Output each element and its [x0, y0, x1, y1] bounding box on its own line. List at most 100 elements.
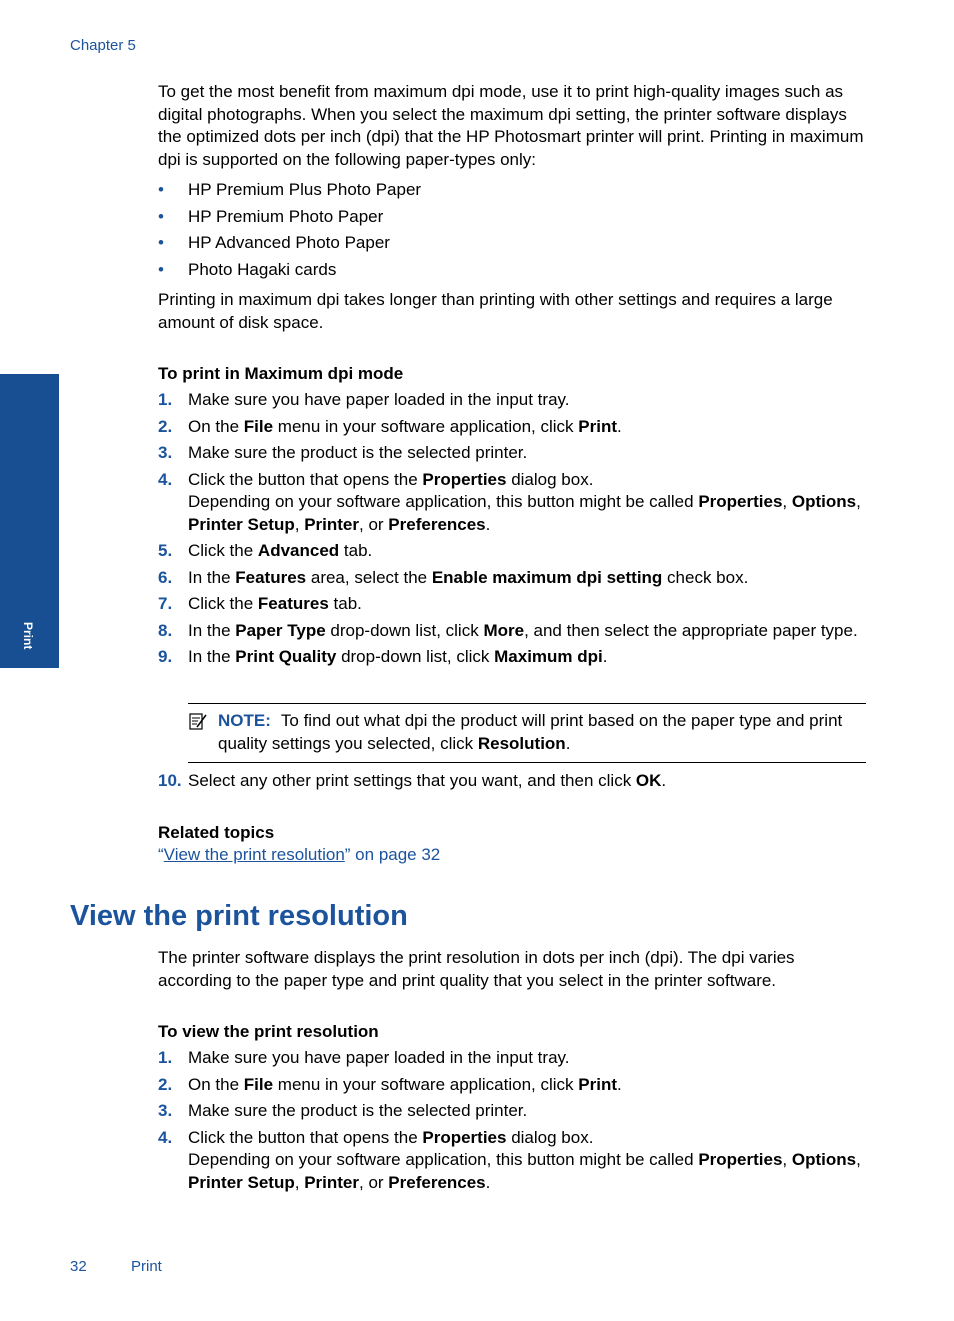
ui-term: More	[483, 620, 525, 640]
list-item: • HP Advanced Photo Paper	[158, 233, 390, 252]
list-item: • Photo Hagaki cards	[158, 259, 337, 279]
ui-term: Maximum dpi	[494, 647, 603, 666]
step-number: 10.	[158, 771, 182, 790]
ui-term: Enable maximum dpi setting	[431, 567, 663, 587]
note-label: NOTE:	[218, 711, 271, 730]
step: 4. Click the button that opens the Proper…	[158, 1127, 868, 1195]
step: 1. Make sure you have paper loaded in the…	[158, 389, 868, 412]
step-number: 4.	[158, 469, 173, 489]
step-text: Click the button that opens the Properti…	[188, 1127, 594, 1147]
step-number: 7.	[158, 594, 173, 613]
step-number: 5.	[158, 541, 173, 560]
procedure2-title: To view the print resolution	[158, 1022, 379, 1041]
step: 5. Click the Advanced tab.	[158, 540, 868, 563]
ui-term: Resolution	[477, 733, 566, 753]
ui-term: File	[243, 1074, 274, 1094]
step-number: 2.	[158, 1074, 173, 1094]
list-item: • HP Premium Plus Photo Paper	[158, 180, 422, 199]
chapter-header: Chapter 5	[70, 37, 136, 54]
bullet-icon: •	[158, 180, 164, 199]
intro-text: To get the most benefit from maximum dpi…	[158, 82, 864, 169]
related-link-text[interactable]: View the print resolution	[164, 845, 345, 864]
ui-term: Print	[578, 416, 617, 436]
ui-term: Preferences	[388, 1172, 486, 1192]
procedure1-title: To print in Maximum dpi mode	[158, 364, 404, 383]
ui-term: Features	[257, 594, 329, 613]
bullet-icon: •	[158, 206, 164, 226]
step-number: 9.	[158, 647, 173, 666]
page-number: 32	[70, 1258, 87, 1275]
section-title: View the print resolution	[70, 900, 408, 932]
step-text: Click the Advanced tab.	[188, 541, 373, 560]
ui-term: Advanced	[257, 541, 340, 560]
step-text: In the Paper Type drop-down list, click …	[188, 620, 858, 640]
step-text: Make sure the product is the selected pr…	[188, 443, 528, 462]
step-number: 3.	[158, 1101, 173, 1120]
step-subtext: Depending on your software application, …	[188, 1150, 861, 1192]
list-item: • HP Premium Photo Paper	[158, 206, 384, 226]
step: 10. Select any other print settings that …	[158, 770, 868, 793]
ui-term: Printer Setup	[188, 1172, 295, 1192]
step: 2. On the File menu in your software appl…	[158, 1074, 868, 1097]
ui-term: OK	[635, 771, 662, 790]
step: 2. On the File menu in your software appl…	[158, 416, 868, 439]
step-subtext: Depending on your software application, …	[188, 492, 861, 534]
note-icon	[189, 713, 207, 730]
ui-term: Printer	[304, 1172, 359, 1192]
step-text: Click the button that opens the Properti…	[188, 469, 594, 489]
step: 3. Make sure the product is the selected …	[158, 1100, 868, 1123]
step-number: 1.	[158, 390, 173, 409]
note-box: NOTE: To find out what dpi the product wi…	[188, 703, 866, 763]
step: 6. In the Features area, select the Enabl…	[158, 567, 868, 590]
procedure1-final-step: 10. Select any other print settings that …	[158, 770, 868, 797]
step-text: In the Features area, select the Enable …	[188, 567, 749, 587]
procedure2-steps: 1. Make sure you have paper loaded in the…	[158, 1047, 868, 1198]
ui-term: Printer	[304, 514, 359, 534]
note-text: NOTE: To find out what dpi the product wi…	[218, 711, 843, 753]
ui-term: Properties	[422, 469, 507, 489]
step-text: On the File menu in your software applic…	[188, 416, 622, 436]
related-link[interactable]: “View the print resolution” on page 32	[158, 844, 868, 867]
step-text: On the File menu in your software applic…	[188, 1074, 622, 1094]
ui-term: Print Quality	[235, 647, 337, 666]
step-number: 2.	[158, 416, 173, 436]
related-topics: Related topics “View the print resolutio…	[158, 822, 868, 867]
ui-term: Properties	[422, 1127, 507, 1147]
step: 9. In the Print Quality drop-down list, c…	[158, 646, 868, 669]
ui-term: Printer Setup	[188, 514, 295, 534]
ui-term: Properties	[698, 492, 783, 511]
footer-section: Print	[131, 1258, 162, 1275]
step-text: Click the Features tab.	[188, 594, 362, 613]
ui-term: Properties	[698, 1150, 783, 1169]
ui-term: File	[243, 416, 274, 436]
step: 8. In the Paper Type drop-down list, clic…	[158, 620, 868, 643]
procedure1-steps: 1. Make sure you have paper loaded in the…	[158, 389, 868, 673]
ui-term: Options	[791, 1150, 857, 1169]
step-text: Make sure the product is the selected pr…	[188, 1101, 528, 1120]
intro-paragraph: To get the most benefit from maximum dpi…	[158, 81, 868, 171]
side-tab-label: Print	[21, 622, 35, 650]
step-text: Select any other print settings that you…	[188, 771, 667, 790]
step-number: 1.	[158, 1048, 173, 1067]
ui-term: Paper Type	[235, 620, 326, 640]
bullet-icon: •	[158, 259, 164, 279]
ui-term: Preferences	[388, 514, 486, 534]
step-number: 4.	[158, 1127, 173, 1147]
step-number: 3.	[158, 443, 173, 462]
related-topics-title: Related topics	[158, 823, 275, 842]
intro-after-paragraph: Printing in maximum dpi takes longer tha…	[158, 290, 833, 332]
ui-term: Print	[578, 1074, 617, 1094]
ui-term: Options	[791, 492, 857, 511]
step: 1. Make sure you have paper loaded in the…	[158, 1047, 868, 1070]
step-number: 8.	[158, 620, 173, 640]
step: 7. Click the Features tab.	[158, 593, 868, 616]
step-text: In the Print Quality drop-down list, cli…	[188, 647, 608, 666]
step-text: Make sure you have paper loaded in the i…	[188, 1048, 570, 1067]
step-number: 6.	[158, 567, 173, 587]
step: 4. Click the button that opens the Proper…	[158, 469, 868, 537]
bullet-icon: •	[158, 233, 164, 252]
step: 3. Make sure the product is the selected …	[158, 442, 868, 465]
ui-term: Features	[235, 567, 307, 587]
section-paragraph: The printer software displays the print …	[158, 948, 795, 990]
step-text: Make sure you have paper loaded in the i…	[188, 390, 570, 409]
